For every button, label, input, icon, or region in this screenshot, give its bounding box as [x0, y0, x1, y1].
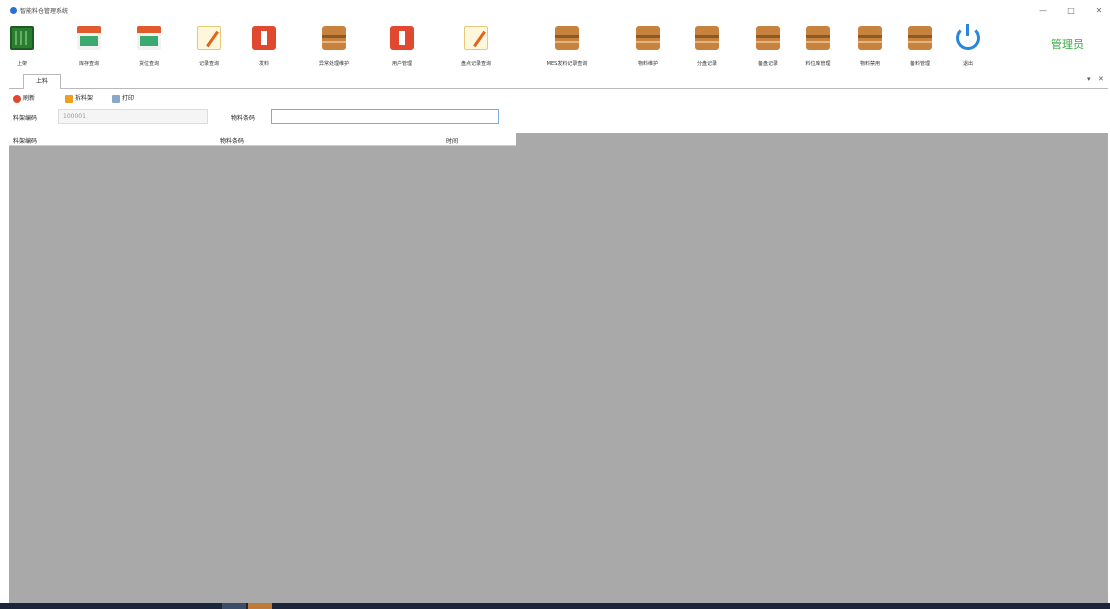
- refresh-button[interactable]: 刷新: [13, 93, 35, 105]
- red-dispatch-icon: [252, 26, 276, 50]
- toolbar-label: 料位库管理: [805, 61, 831, 67]
- toolbar-button-split-reel-records[interactable]: 分盘记录: [695, 22, 719, 72]
- user-role-label: 管理员: [1051, 38, 1084, 51]
- toolbar-label: 用户管理: [391, 61, 412, 67]
- print-preview-icon: [112, 94, 120, 103]
- maximize-button[interactable]: □: [1064, 4, 1078, 18]
- toolbar-label: 物料禁用: [859, 61, 880, 67]
- toolbar-button-material-maintenance[interactable]: 物料维护: [636, 22, 660, 72]
- cabinet-box-icon: [636, 26, 660, 50]
- close-window-button[interactable]: ✕: [1092, 4, 1106, 18]
- action-bar: 刷新 拆料架 打印: [9, 90, 609, 108]
- print-button[interactable]: 打印: [112, 93, 134, 105]
- material-code-label: 物料条码: [231, 115, 256, 122]
- toolbar-label: 记录查询: [198, 61, 219, 67]
- toolbar-button-user-management[interactable]: 用户管理: [390, 22, 414, 72]
- storefront-icon: [137, 26, 161, 50]
- toolbar-label: 备盘记录: [757, 61, 778, 67]
- toolbar-button-exception-handling[interactable]: 异常处理维护: [319, 22, 349, 72]
- toolbar-button-inventory-query[interactable]: 库存查询: [77, 22, 101, 72]
- toolbar-label: 盘点记录查询: [460, 61, 491, 67]
- circuit-board-icon: [10, 26, 34, 50]
- refresh-icon: [13, 94, 21, 103]
- cabinet-box-icon: [756, 26, 780, 50]
- scissors-icon: [65, 94, 73, 103]
- column-header-rack-code[interactable]: 料架编码: [13, 136, 37, 145]
- toolbar-button-exit[interactable]: 退出: [956, 22, 980, 72]
- minimize-button[interactable]: —: [1036, 4, 1050, 18]
- toolbar-button-location-query[interactable]: 货位查询: [137, 22, 161, 72]
- title-bar: 智能料仓管理系统 — □ ✕: [0, 0, 1110, 22]
- toolbar-button-prep-reel-records[interactable]: 备盘记录: [756, 22, 780, 72]
- toolbar-label: 上架: [16, 61, 27, 67]
- toolbar-button-stocktake-query[interactable]: 盘点记录查询: [461, 22, 491, 72]
- os-taskbar: [0, 603, 1110, 609]
- toolbar-label: 物料维护: [637, 61, 658, 67]
- main-toolbar: 上架 库存查询 货位查询 记录查询 发料 异常处理维护 用户管理 盘点记录查询 …: [0, 22, 1110, 72]
- app-logo-icon: [10, 7, 17, 14]
- toolbar-button-material-prep[interactable]: 备料管理: [908, 22, 932, 72]
- column-header-material-code[interactable]: 物料条码: [220, 136, 244, 145]
- toolbar-label: MES发料记录查询: [546, 61, 588, 67]
- cabinet-box-icon: [908, 26, 932, 50]
- tab-load-material[interactable]: 上料: [23, 74, 61, 89]
- cabinet-box-icon: [858, 26, 882, 50]
- taskbar-app-slot[interactable]: [248, 603, 272, 609]
- split-rack-label: 拆料架: [75, 95, 94, 102]
- toolbar-button-material-disable[interactable]: 物料禁用: [858, 22, 882, 72]
- grid-header-row: 料架编码 物料条码 时间: [9, 133, 516, 146]
- material-code-field[interactable]: [271, 109, 499, 124]
- cabinet-box-icon: [555, 26, 579, 50]
- toolbar-button-shelve[interactable]: 上架: [10, 22, 34, 72]
- document-tab-strip: 上料 ▾ ✕: [9, 73, 1108, 89]
- toolbar-label: 分盘记录: [696, 61, 717, 67]
- power-icon: [956, 24, 980, 50]
- toolbar-label: 发料: [258, 61, 269, 67]
- refresh-label: 刷新: [23, 95, 36, 102]
- toolbar-button-location-library[interactable]: 料位库管理: [805, 22, 831, 72]
- split-rack-button[interactable]: 拆料架: [65, 93, 93, 105]
- cabinet-box-icon: [322, 26, 346, 50]
- toolbar-label: 货位查询: [138, 61, 159, 67]
- rack-code-label: 料架编码: [13, 115, 38, 122]
- toolbar-button-mes-dispatch-query[interactable]: MES发料记录查询: [547, 22, 587, 72]
- cabinet-box-icon: [695, 26, 719, 50]
- toolbar-label: 库存查询: [78, 61, 99, 67]
- toolbar-button-record-query[interactable]: 记录查询: [197, 22, 221, 72]
- notepad-pen-icon: [464, 26, 488, 50]
- taskbar-app-slot[interactable]: [222, 603, 246, 609]
- column-header-time[interactable]: 时间: [446, 136, 458, 145]
- toolbar-label: 异常处理维护: [318, 61, 349, 67]
- storefront-icon: [77, 26, 101, 50]
- tab-list-dropdown-icon[interactable]: ▾: [1087, 75, 1091, 83]
- records-grid: 料架编码 物料条码 时间: [9, 133, 1108, 603]
- print-label: 打印: [122, 95, 135, 102]
- toolbar-label: 退出: [962, 61, 973, 67]
- toolbar-label: 备料管理: [909, 61, 930, 67]
- red-dispatch-icon: [390, 26, 414, 50]
- scan-form: 料架编码 物料条码: [9, 108, 609, 126]
- toolbar-button-dispatch[interactable]: 发料: [252, 22, 276, 72]
- rack-code-field[interactable]: [58, 109, 208, 124]
- cabinet-box-icon: [806, 26, 830, 50]
- close-tab-icon[interactable]: ✕: [1098, 75, 1104, 83]
- notepad-pen-icon: [197, 26, 221, 50]
- window-title: 智能料仓管理系统: [20, 8, 69, 15]
